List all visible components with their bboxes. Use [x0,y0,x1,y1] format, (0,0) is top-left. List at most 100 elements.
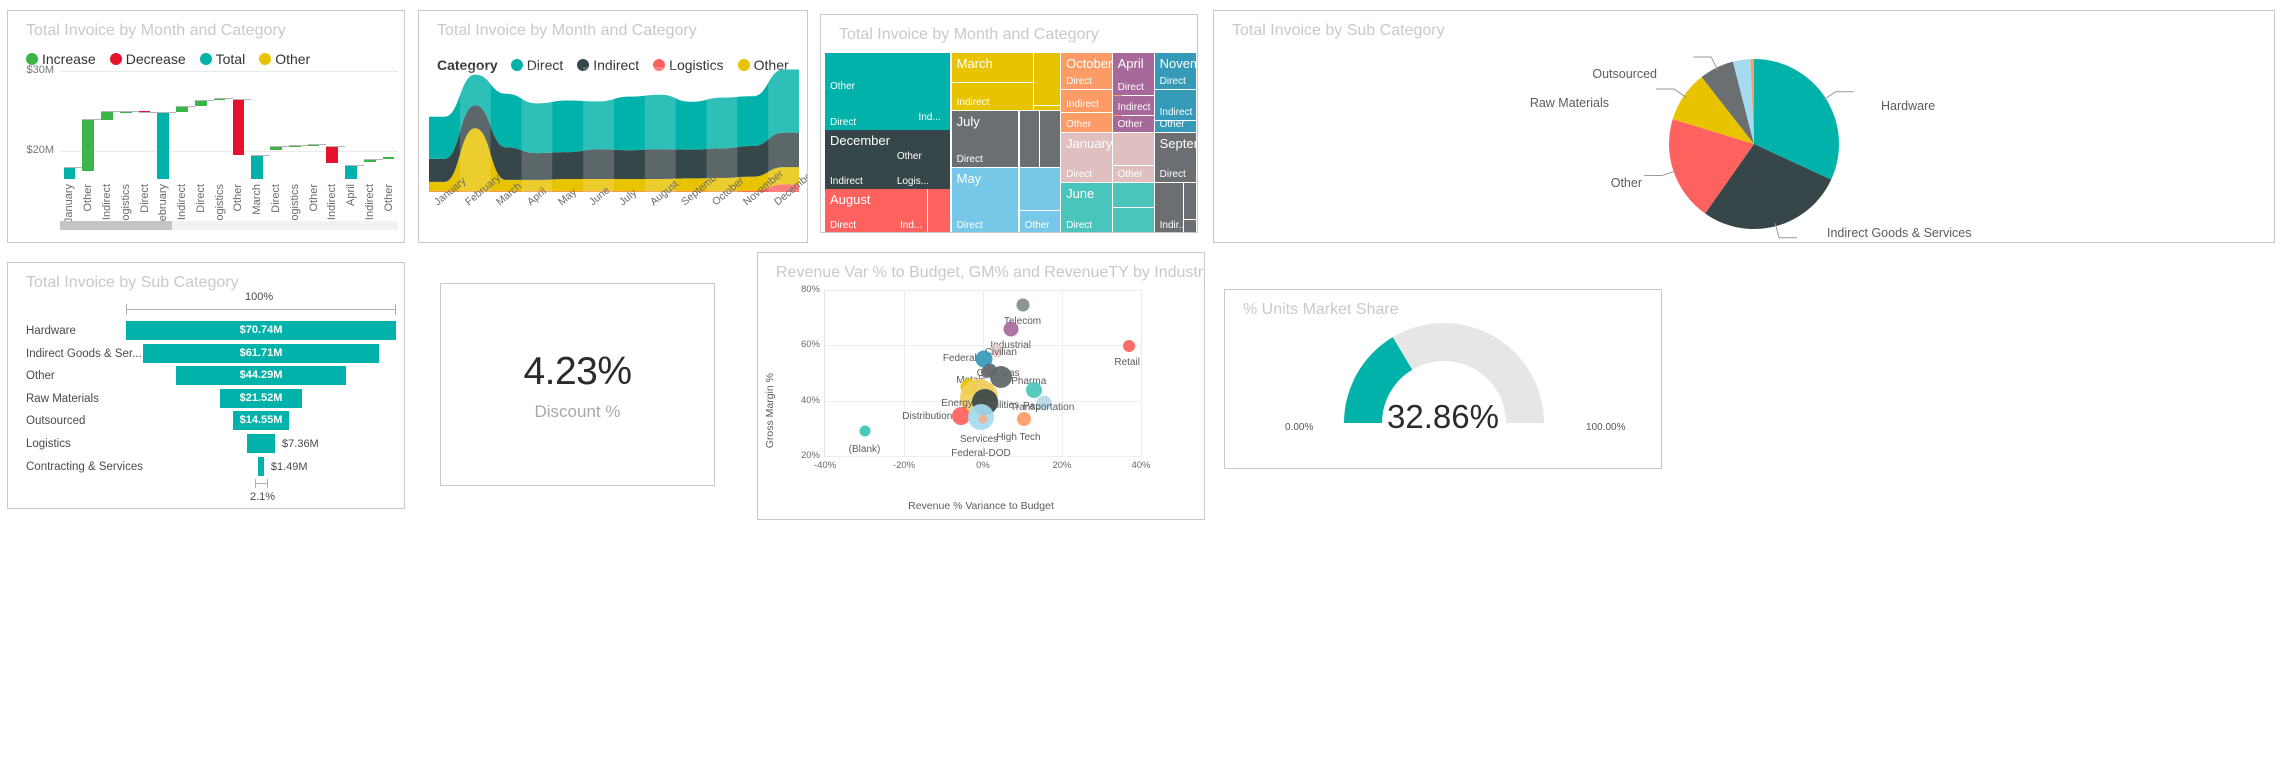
funnel-ruler [126,309,396,310]
pie-svg [1644,56,1854,239]
treemap-tile[interactable]: December [825,129,892,164]
treemap-tile[interactable]: August Direct [825,188,895,232]
waterfall-plot-area[interactable]: $20M $30M [26,64,398,181]
pie-slice-label: Outsourced [1592,67,1657,81]
funnel-category-label: Logistics [26,438,71,450]
pie-plot-area[interactable]: Hardware Indirect Goods & Services Other Ra… [1214,11,2274,242]
waterfall-x-tick-label: Indirect [100,184,113,221]
waterfall-x-tick-label: Other [232,184,245,212]
waterfall-connector [176,106,195,108]
waterfall-bar[interactable] [157,112,170,180]
treemap-tile[interactable]: Novem... Direct [1154,53,1196,89]
treemap-tile[interactable]: June Direct [1061,182,1112,232]
treemap-tile[interactable]: April Direct [1112,53,1154,96]
treemap-tile[interactable]: Indirect [951,82,1033,110]
treemap-tile[interactable] [1034,106,1060,110]
stream-band-overlay [521,67,553,192]
waterfall-bar[interactable] [251,155,263,180]
treemap-tile[interactable]: Indirect [825,163,892,189]
treemap-tile[interactable]: Septem... Direct [1154,133,1196,182]
scatter-y-tick-label: 80% [800,284,820,295]
waterfall-scrollbar-track[interactable] [60,221,398,230]
funnel-title: Total Invoice by Sub Category [26,274,239,291]
scatter-bubble[interactable] [1123,339,1136,352]
stream-plot-area[interactable] [429,67,799,197]
treemap-tile[interactable]: Other [1112,165,1154,182]
scatter-y-tick-label: 60% [800,339,820,351]
treemap-tile[interactable]: Indirect [1112,96,1154,116]
treemap-tile-category-label: Other [1066,119,1092,131]
waterfall-bar[interactable] [326,145,339,164]
scatter-bubble[interactable] [1026,381,1043,398]
treemap-tile[interactable]: Logis... [891,163,951,189]
treemap-tile[interactable] [1019,110,1039,168]
waterfall-bar[interactable] [345,165,357,180]
treemap-tile[interactable]: March [951,53,1033,82]
treemap-tile[interactable]: October Direct [1061,53,1112,89]
kpi-card-panel[interactable]: 4.23% Discount % [440,283,715,486]
waterfall-bar[interactable] [82,118,94,172]
treemap-tile[interactable]: Indir... [1154,182,1184,232]
funnel-value-label: $7.36M [282,438,319,450]
scatter-plot-area[interactable]: 20% 40% 60% 80% -40% -20% 0% 20% 40% Telecom Indus… [801,284,1151,471]
waterfall-legend-item-total[interactable]: Total [199,51,245,67]
waterfall-bar[interactable] [63,166,76,180]
treemap-tile[interactable]: Indirect [1154,89,1196,120]
waterfall-bar[interactable] [101,110,113,120]
treemap-tile[interactable]: Other [825,53,914,94]
treemap-chart-panel[interactable]: Total Invoice by Month and Category Febr… [820,14,1198,233]
treemap-tile[interactable]: Direct [825,93,914,130]
treemap-tile[interactable]: Ind... [895,188,927,232]
treemap-tile[interactable] [1019,168,1060,210]
scatter-gridline-vertical [1062,290,1063,456]
scatter-bubble[interactable] [1003,321,1019,337]
funnel-bar[interactable] [246,434,276,453]
funnel-bar[interactable] [258,456,264,476]
waterfall-connector [157,112,177,114]
treemap-tile[interactable] [1034,53,1060,106]
treemap-tile-category-label: Direct [1159,76,1186,87]
treemap-tile-category-label: Indirect [1159,106,1193,118]
treemap-tile[interactable]: Indirect [1061,89,1112,113]
waterfall-bar[interactable] [232,98,245,155]
bubble-chart-panel[interactable]: Revenue Var % to Budget, GM% and Revenue… [757,252,1205,520]
scatter-bubble[interactable] [1017,411,1032,426]
treemap-tile[interactable]: Other [1112,116,1154,133]
treemap-tile[interactable]: Other [1154,120,1196,133]
waterfall-connector [119,110,139,112]
waterfall-chart-panel[interactable]: Total Invoice by Month and Category Incr… [7,10,405,243]
scatter-bubble[interactable] [978,414,988,424]
waterfall-scrollbar-thumb[interactable] [60,221,172,230]
scatter-bubble-label: High Tech [996,431,1041,443]
treemap-tile-category-label: Direct [830,116,857,128]
gauge-chart-panel[interactable]: % Units Market Share 32.86% 0.00% 100.00… [1224,289,1662,469]
treemap-tile-category-label: Indir... [1159,219,1184,231]
pie-chart-panel[interactable]: Total Invoice by Sub Category Hardware In… [1213,10,2275,243]
treemap-tile[interactable] [1184,219,1196,232]
treemap-tile[interactable] [928,188,951,232]
treemap-tile[interactable]: Other [1019,210,1060,232]
treemap-tile[interactable] [1112,133,1154,165]
stacked-area-chart-panel[interactable]: Total Invoice by Month and Category Cate… [418,10,808,243]
waterfall-bar[interactable] [382,157,395,160]
treemap-tile[interactable] [1112,207,1154,232]
pie-slice-label: Indirect Goods & Services [1827,226,1972,240]
waterfall-legend-item-decrease[interactable]: Decrease [109,51,186,67]
scatter-bubble[interactable] [859,425,870,437]
treemap-tile[interactable]: Other [1061,113,1112,133]
waterfall-legend-item-other[interactable]: Other [259,51,310,67]
treemap-tile[interactable]: July Direct [951,110,1019,168]
treemap-tile[interactable]: Other [891,129,951,164]
treemap-tile[interactable]: May Direct [951,168,1019,232]
treemap-tile[interactable] [1112,182,1154,207]
scatter-bubble[interactable] [1016,298,1029,312]
treemap-tile[interactable] [1040,110,1060,168]
treemap-tile[interactable]: January Direct [1061,133,1112,182]
treemap-plot-area[interactable]: FebruaryOtherDirectInd...DecemberIndirec… [825,53,1196,232]
waterfall-legend[interactable]: Increase Decrease Total Other [26,51,319,67]
funnel-chart-panel[interactable]: Total Invoice by Sub Category 100% Hardwa… [7,262,405,509]
treemap-tile[interactable]: Ind... [913,53,951,125]
waterfall-connector [364,158,383,160]
treemap-tile[interactable] [1184,182,1196,219]
treemap-tile-category-label: Other [1117,168,1143,180]
